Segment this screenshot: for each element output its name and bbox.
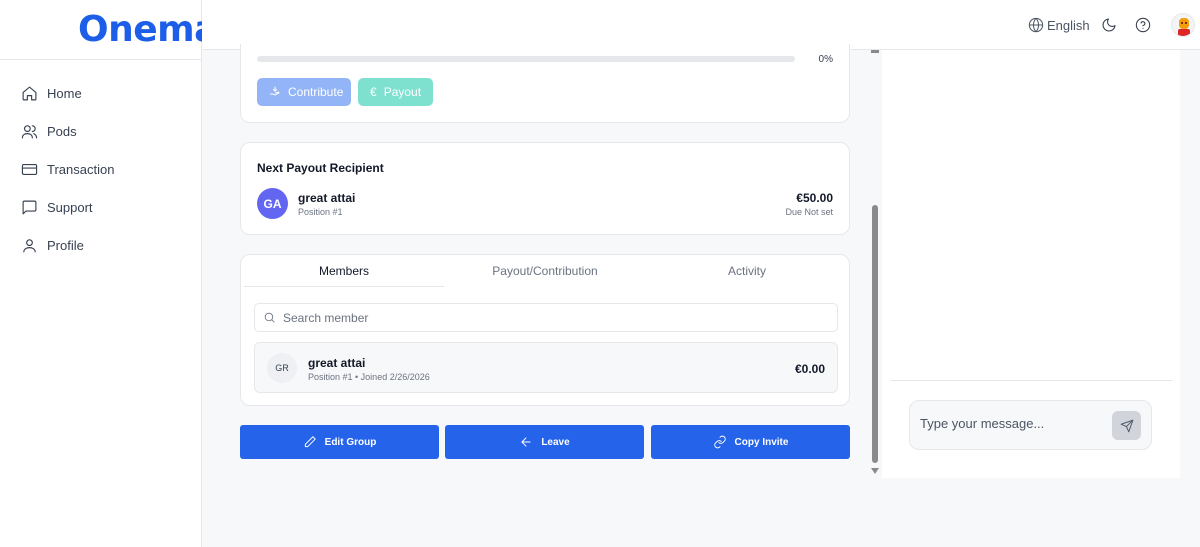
sidebar-item-label: Support <box>47 199 93 215</box>
theme-toggle-button[interactable] <box>1101 17 1117 33</box>
logo-area: Onemai <box>0 0 230 60</box>
sidebar-item-label: Transaction <box>47 161 115 177</box>
message-square-icon <box>22 200 37 214</box>
member-name: great attai <box>308 356 366 370</box>
globe-icon <box>1028 17 1044 33</box>
recipient-position: Position #1 <box>298 207 343 217</box>
recipient-name: great attai <box>298 191 356 205</box>
user-icon <box>23 238 36 252</box>
pod-progress-card: 0% Contribute € Payout <box>240 44 850 123</box>
member-meta: Position #1 • Joined 2/26/2026 <box>308 372 430 382</box>
tab-payout-contribution[interactable]: Payout/Contribution <box>445 255 645 287</box>
help-circle-icon <box>1135 17 1151 33</box>
next-payout-title: Next Payout Recipient <box>257 161 384 175</box>
next-payout-card: Next Payout Recipient GA great attai Pos… <box>240 142 850 235</box>
members-card: Members Payout/Contribution Activity GR … <box>240 254 850 406</box>
leave-button[interactable]: Leave <box>445 425 644 459</box>
progress-percent: 0% <box>818 54 833 65</box>
sidebar-item-label: Pods <box>47 123 77 139</box>
sidebar-item-label: Home <box>47 85 82 101</box>
contribute-label: Contribute <box>288 85 344 99</box>
list-item[interactable]: GR great attai Position #1 • Joined 2/26… <box>254 342 838 393</box>
scrollbar-down-arrow[interactable] <box>871 468 879 474</box>
recipient-due: Due Not set <box>785 207 833 217</box>
edit-group-button[interactable]: Edit Group <box>240 425 439 459</box>
home-icon <box>22 86 37 100</box>
sidebar-item-support[interactable]: Support <box>0 188 201 226</box>
recipient-avatar: GA <box>257 188 288 219</box>
scrollbar-thumb[interactable] <box>872 205 878 463</box>
help-button[interactable] <box>1135 17 1151 33</box>
leave-label: Leave <box>541 436 570 448</box>
message-input[interactable] <box>920 416 1100 431</box>
divider <box>890 380 1172 381</box>
sidebar-item-label: Profile <box>47 237 84 253</box>
member-amount: €0.00 <box>794 362 825 376</box>
search-input[interactable] <box>283 310 783 325</box>
sidebar-item-transaction[interactable]: Transaction <box>0 150 201 188</box>
copy-invite-label: Copy Invite <box>734 436 789 448</box>
credit-card-icon <box>21 163 38 175</box>
contribute-button[interactable]: Contribute <box>257 78 351 106</box>
tab-activity[interactable]: Activity <box>647 255 847 287</box>
users-icon <box>21 124 38 138</box>
tab-members[interactable]: Members <box>244 255 444 287</box>
copy-invite-button[interactable]: Copy Invite <box>651 425 850 459</box>
recipient-amount: €50.00 <box>796 191 833 205</box>
avatar[interactable] <box>1171 13 1195 37</box>
send-icon <box>1120 419 1133 432</box>
contribution-progress-bar <box>257 56 795 62</box>
payout-label: Payout <box>383 85 422 99</box>
language-label: English <box>1047 17 1090 33</box>
moon-icon <box>1102 18 1116 32</box>
chat-panel <box>882 50 1180 478</box>
euro-icon: € <box>370 85 377 99</box>
payout-button[interactable]: € Payout <box>358 78 433 106</box>
chat-composer <box>909 400 1152 450</box>
pencil-icon <box>304 436 316 448</box>
member-search <box>254 303 838 332</box>
member-avatar: GR <box>267 353 297 383</box>
search-icon <box>264 312 275 323</box>
link-icon <box>713 435 726 449</box>
edit-group-label: Edit Group <box>324 436 377 448</box>
hand-coins-icon <box>269 85 281 100</box>
language-selector[interactable]: English <box>1028 17 1090 33</box>
sidebar-item-home[interactable]: Home <box>0 74 201 112</box>
sidebar: Onemai Home Pods Transaction Support Pro… <box>0 0 230 547</box>
arrow-left-icon <box>521 437 531 447</box>
sidebar-nav: Home Pods Transaction Support Profile <box>0 74 201 264</box>
sidebar-item-pods[interactable]: Pods <box>0 112 201 150</box>
send-button[interactable] <box>1112 411 1141 440</box>
scrollbar-up-arrow[interactable] <box>871 50 879 53</box>
sidebar-item-profile[interactable]: Profile <box>0 226 201 264</box>
